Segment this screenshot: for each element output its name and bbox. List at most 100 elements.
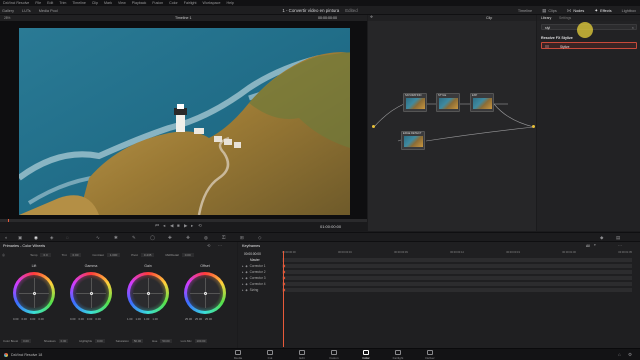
wheel-value[interactable]: 0.00 xyxy=(38,317,43,321)
wheel-value[interactable]: 0.00 xyxy=(30,317,35,321)
lock-icon[interactable]: ◆ xyxy=(245,282,247,286)
camera-raw-icon[interactable]: ◐ xyxy=(5,235,8,240)
node-mode-select[interactable]: Clip xyxy=(486,16,492,20)
wheel-handle[interactable] xyxy=(203,291,207,295)
window-icon[interactable]: ◯ xyxy=(150,235,155,241)
zoom-level[interactable]: 28% xyxy=(4,16,10,20)
wheel-value[interactable]: 0.00 xyxy=(95,317,100,321)
menu-item[interactable]: Edit xyxy=(47,1,53,5)
timeline-toggle[interactable]: Timeline xyxy=(518,9,532,13)
wheel-value[interactable]: 25.00 xyxy=(185,317,192,321)
more-options-icon[interactable]: ⋯ xyxy=(218,243,222,248)
lock-icon[interactable]: ◆ xyxy=(245,276,247,280)
keyframes-icon[interactable]: ◆ xyxy=(600,235,603,241)
highlights-field[interactable]: 0.00 xyxy=(95,339,105,343)
node-input-dot[interactable] xyxy=(372,125,375,128)
lift-wheel[interactable] xyxy=(13,272,55,314)
gain-wheel[interactable] xyxy=(127,272,169,314)
keyframe-filter[interactable]: All xyxy=(586,244,590,248)
shadows-field[interactable]: 0.00 xyxy=(58,339,69,343)
menu-item[interactable]: Help xyxy=(226,1,233,5)
wheel-value[interactable]: 0.00 xyxy=(78,317,83,321)
node-tools-icon[interactable]: ✥ xyxy=(370,15,373,19)
sizing-icon[interactable]: ⊞ xyxy=(240,235,244,241)
page-edit[interactable]: Edit xyxy=(289,350,315,360)
page-cut[interactable]: Cut xyxy=(257,350,283,360)
play-reverse-icon[interactable]: ◀ xyxy=(170,223,173,229)
color-wheels-icon[interactable]: ◉ xyxy=(34,235,38,241)
node-output-dot[interactable] xyxy=(532,125,535,128)
reset-icon[interactable]: ⟲ xyxy=(207,243,210,248)
track-lane[interactable] xyxy=(282,257,632,263)
stop-icon[interactable]: ■ xyxy=(177,223,180,228)
expand-icon[interactable]: ▸ xyxy=(242,264,243,268)
wheel-value[interactable]: 25.00 xyxy=(205,317,212,321)
node-style[interactable]: STYLE xyxy=(436,93,460,112)
more-options-icon[interactable]: ⋯ xyxy=(618,243,622,248)
wheel-value[interactable]: 25.00 xyxy=(195,317,202,321)
effects-category[interactable]: Resolve FX Stylize xyxy=(541,36,573,40)
page-fusion[interactable]: Fusion xyxy=(321,350,347,360)
track-lane[interactable] xyxy=(282,269,632,275)
node-saturation[interactable]: SATURATION xyxy=(403,93,427,112)
blur-icon[interactable]: ◍ xyxy=(204,235,208,241)
offset-wheel[interactable] xyxy=(184,272,226,314)
chevron-down-icon[interactable]: ▾ xyxy=(594,243,596,247)
keyframe-ruler[interactable]: 00:00:00:00 00:00:00:04 00:00:00:09 00:0… xyxy=(282,251,632,256)
expand-icon[interactable]: ▸ xyxy=(242,270,243,274)
pivot-field[interactable]: 0.435 xyxy=(140,253,155,257)
track-lane[interactable] xyxy=(282,275,632,281)
color-match-icon[interactable]: ▣ xyxy=(18,235,22,241)
3d-icon[interactable]: ◇ xyxy=(258,235,261,241)
color-warper-icon[interactable]: ✱ xyxy=(114,235,118,241)
color-boost-field[interactable]: 0.00 xyxy=(21,339,31,343)
play-icon[interactable]: ▶ xyxy=(184,223,187,229)
skip-back-icon[interactable]: ⏮ xyxy=(155,223,159,228)
wheel-handle[interactable] xyxy=(89,291,93,295)
wheel-value[interactable]: 0.00 xyxy=(87,317,92,321)
saturation-field[interactable]: 50.00 xyxy=(131,339,144,343)
track-lane[interactable] xyxy=(282,281,632,287)
loop-icon[interactable]: ⟲ xyxy=(198,223,202,229)
clear-search-icon[interactable]: × xyxy=(632,25,634,30)
contrast-field[interactable]: 1.000 xyxy=(106,253,121,257)
effects-toggle[interactable]: ✦ Effects xyxy=(594,8,611,14)
step-forward-icon[interactable]: ▸ xyxy=(191,223,193,229)
node-edge-detect[interactable]: EDGE DETECT xyxy=(401,131,425,150)
scopes-icon[interactable]: ▤ xyxy=(616,235,620,241)
step-back-icon[interactable]: ◂ xyxy=(163,223,165,229)
wheel-value[interactable]: 0.00 xyxy=(13,317,18,321)
tint-field[interactable]: 0.00 xyxy=(69,253,82,257)
middetail-field[interactable]: 0.00 xyxy=(181,253,194,257)
lock-icon[interactable]: ◆ xyxy=(245,288,247,292)
qualifier-icon[interactable]: ✎ xyxy=(132,235,136,241)
menu-item[interactable]: Color xyxy=(169,1,178,5)
menu-item[interactable]: Playback xyxy=(132,1,147,5)
menu-item[interactable]: Workspace xyxy=(203,1,221,5)
lock-icon[interactable]: ◆ xyxy=(245,264,247,268)
track-lane[interactable] xyxy=(282,287,632,293)
keyframe-playhead[interactable] xyxy=(283,251,284,347)
timeline-name[interactable]: Timeline 1 xyxy=(175,16,191,20)
gallery-button[interactable]: Gallery xyxy=(2,9,14,13)
media-pool-button[interactable]: Media Pool xyxy=(39,9,58,13)
rgb-mixer-icon[interactable]: ◈ xyxy=(50,235,53,241)
page-deliver[interactable]: Deliver xyxy=(417,350,443,360)
tracker-icon[interactable]: ✚ xyxy=(168,235,172,241)
effects-search-input[interactable]: styl xyxy=(545,26,550,30)
hue-field[interactable]: 50.00 xyxy=(160,339,172,343)
lum-mix-field[interactable]: 100.00 xyxy=(194,339,208,343)
library-tab[interactable]: Library xyxy=(541,16,551,20)
page-media[interactable]: Media xyxy=(225,350,251,360)
menu-item[interactable]: File xyxy=(35,1,41,5)
magic-mask-icon[interactable]: ❖ xyxy=(186,235,190,241)
track-lane[interactable] xyxy=(282,263,632,269)
expand-icon[interactable]: ▸ xyxy=(242,282,243,286)
wheel-handle[interactable] xyxy=(146,291,150,295)
menu-item[interactable]: Fairlight xyxy=(184,1,197,5)
home-icon[interactable]: ⌂ xyxy=(618,352,621,357)
menu-item[interactable]: View xyxy=(118,1,126,5)
wheel-value[interactable]: 1.00 xyxy=(144,317,149,321)
key-icon[interactable]: ⚿ xyxy=(222,235,225,240)
wheel-value[interactable]: 1.00 xyxy=(152,317,157,321)
